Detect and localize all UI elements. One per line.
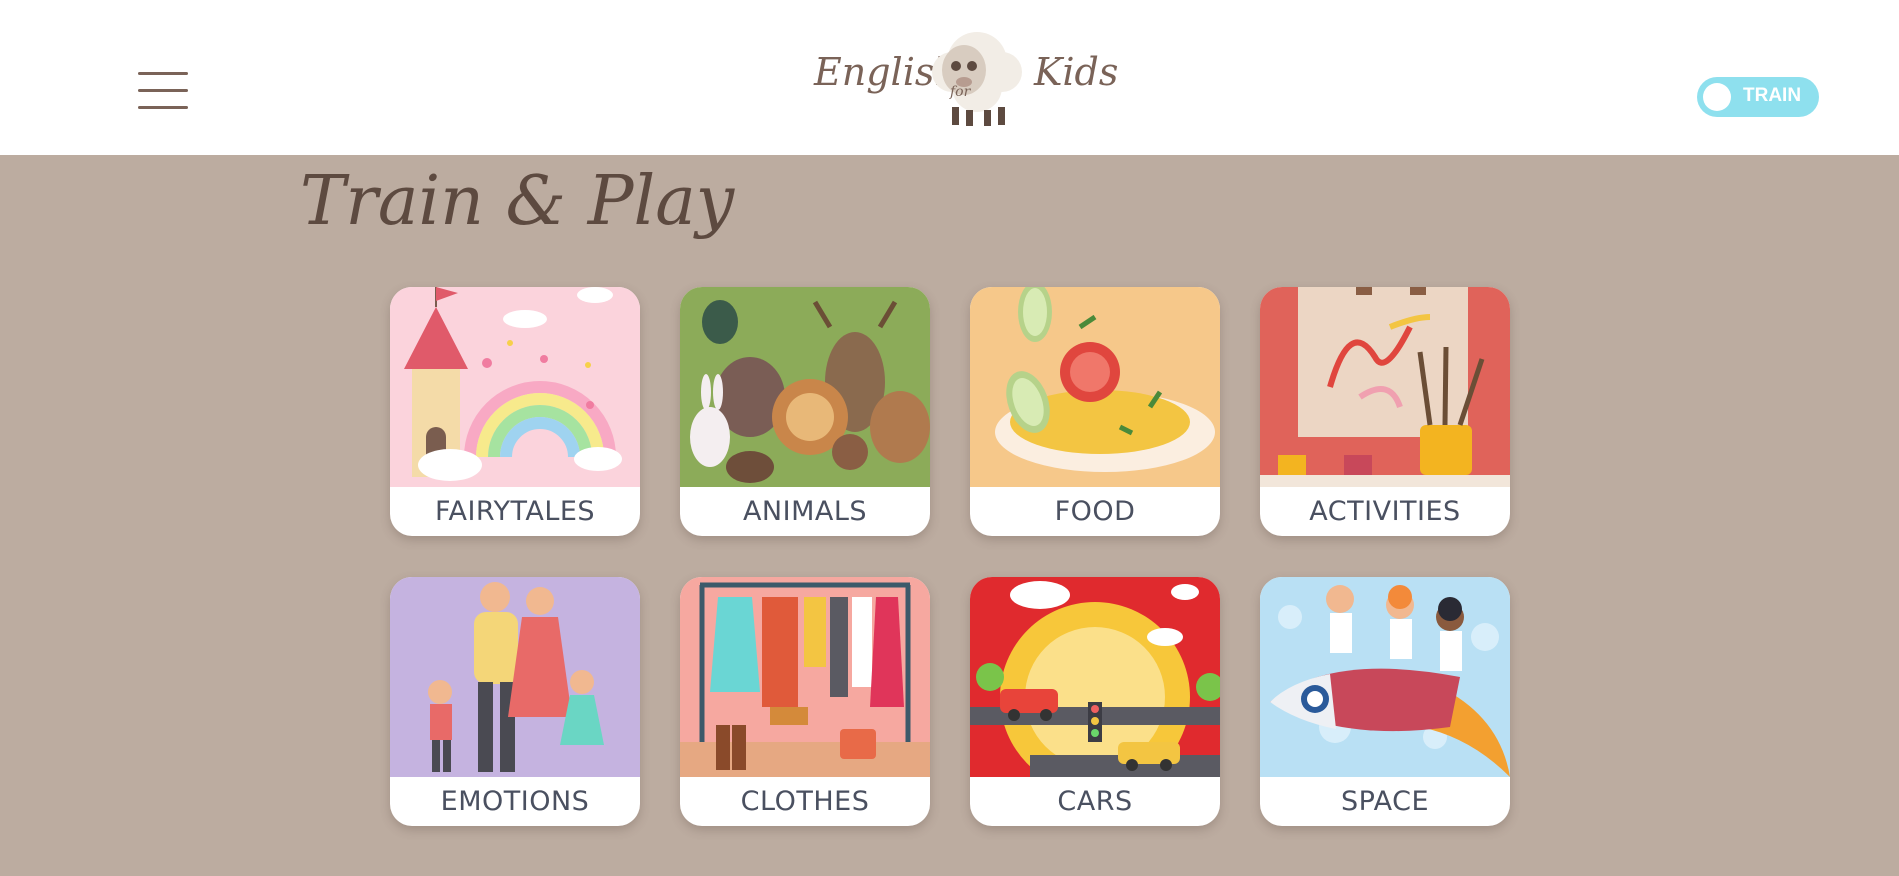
category-label: CLOTHES <box>740 786 870 817</box>
cars-road-illustration <box>970 577 1220 777</box>
animals-group-illustration <box>680 287 930 487</box>
category-label: CARS <box>1057 786 1133 817</box>
category-label: FAIRYTALES <box>434 496 596 527</box>
sheep-icon <box>932 32 1022 126</box>
category-card-food[interactable]: FOOD <box>970 287 1220 536</box>
category-card-activities[interactable]: ACTIVITIES <box>1260 287 1510 536</box>
logo[interactable]: English for Kids <box>812 22 1118 132</box>
category-label: ACTIVITIES <box>1309 496 1461 527</box>
category-label: EMOTIONS <box>440 786 590 817</box>
category-card-emotions[interactable]: EMOTIONS <box>390 577 640 826</box>
food-plate-illustration <box>970 287 1220 487</box>
page-title: Train & Play <box>300 162 735 241</box>
category-card-fairytales[interactable]: FAIRYTALES <box>390 287 640 536</box>
category-card-space[interactable]: SPACE <box>1260 577 1510 826</box>
category-grid: FAIRYTALES ANIMALS FOOD ACTIVITIES EMOTI… <box>390 287 1510 827</box>
logo-word-kids: Kids <box>1034 50 1119 94</box>
category-card-animals[interactable]: ANIMALS <box>680 287 930 536</box>
category-label: ANIMALS <box>742 496 868 527</box>
hamburger-menu-icon[interactable] <box>138 72 188 110</box>
mode-toggle[interactable]: TRAIN <box>1697 77 1819 117</box>
category-label: SPACE <box>1340 786 1430 817</box>
mode-toggle-label: TRAIN <box>1743 85 1802 106</box>
toggle-knob[interactable] <box>1703 83 1731 111</box>
category-label: FOOD <box>1054 496 1136 527</box>
painting-easel-illustration <box>1260 287 1510 487</box>
logo-word-for: for <box>950 84 971 100</box>
family-illustration <box>390 577 640 777</box>
category-card-clothes[interactable]: CLOTHES <box>680 577 930 826</box>
category-card-cars[interactable]: CARS <box>970 577 1220 826</box>
castle-rainbow-illustration <box>390 287 640 487</box>
header: English for Kids TRAIN <box>0 0 1899 155</box>
kids-rocket-illustration <box>1260 577 1510 777</box>
clothes-rack-illustration <box>680 577 930 777</box>
